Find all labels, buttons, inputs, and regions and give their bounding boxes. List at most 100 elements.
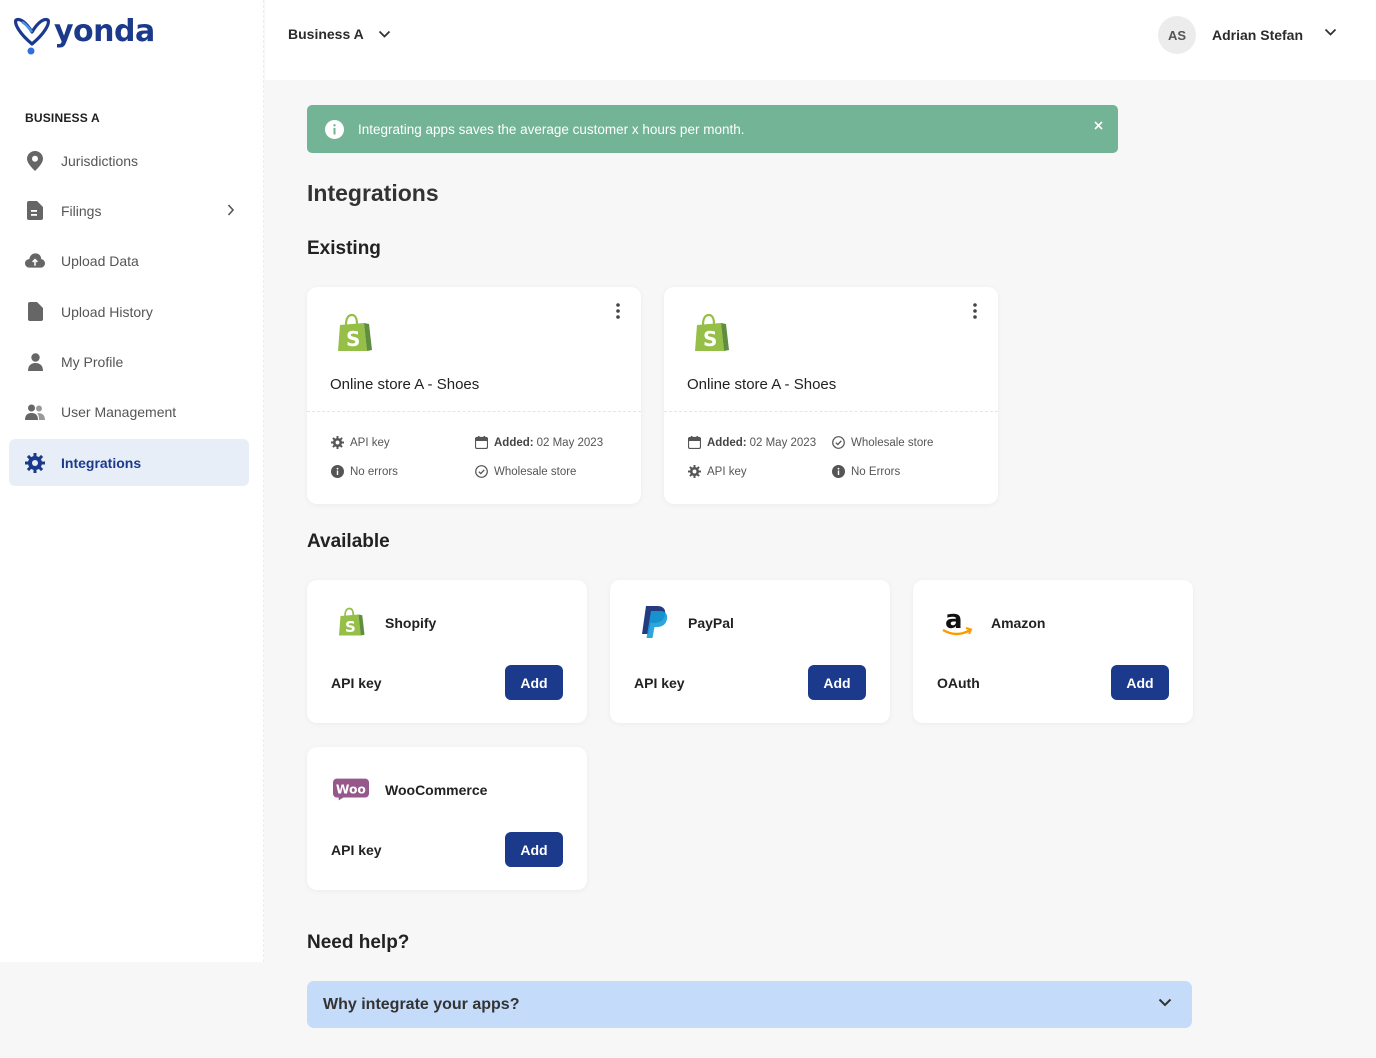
existing-heading: Existing bbox=[307, 238, 381, 259]
svg-text:Woo: Woo bbox=[336, 782, 366, 796]
check-circle-icon bbox=[832, 436, 845, 449]
document-icon bbox=[25, 201, 45, 221]
business-label: BUSINESS A bbox=[25, 111, 100, 125]
more-options-icon[interactable] bbox=[973, 303, 977, 319]
integration-name: Amazon bbox=[991, 615, 1046, 631]
available-integration-amazon: a Amazon OAuth Add bbox=[913, 580, 1193, 723]
auth-method-text: API key bbox=[707, 465, 747, 478]
error-status-text: No errors bbox=[350, 465, 398, 478]
auth-method-text: API key bbox=[350, 436, 390, 449]
integration-name: Online store A - Shoes bbox=[687, 376, 837, 393]
user-name[interactable]: Adrian Stefan bbox=[1212, 27, 1303, 43]
auth-method: API key bbox=[688, 465, 747, 478]
store-type: Wholesale store bbox=[475, 465, 576, 478]
sidebar-item-integrations[interactable]: Integrations bbox=[9, 439, 249, 487]
avatar[interactable]: AS bbox=[1158, 16, 1196, 54]
brand-name: yonda bbox=[54, 14, 155, 49]
added-date-text: 02 May 2023 bbox=[536, 436, 604, 449]
sidebar-nav: Jurisdictions Filings Upload Data Upload… bbox=[9, 137, 249, 490]
added-label: Added: bbox=[494, 436, 534, 449]
integration-name: PayPal bbox=[688, 615, 734, 631]
card-divider bbox=[664, 411, 998, 412]
store-type: Wholesale store bbox=[832, 436, 933, 449]
added-label: Added: bbox=[707, 436, 747, 449]
more-options-icon[interactable] bbox=[616, 303, 620, 319]
add-shopify-button[interactable]: Add bbox=[505, 665, 563, 700]
info-alert: Integrating apps saves the average custo… bbox=[307, 105, 1118, 153]
brand-logo[interactable]: yonda bbox=[12, 14, 155, 56]
user-icon bbox=[25, 352, 45, 372]
available-integration-woocommerce: Woo WooCommerce API key Add bbox=[307, 747, 587, 890]
calendar-icon bbox=[475, 436, 488, 449]
existing-integration-card[interactable]: S Online store A - Shoes API key Added: … bbox=[307, 287, 641, 504]
added-date: Added: 02 May 2023 bbox=[688, 436, 816, 449]
integration-name: Shopify bbox=[385, 615, 437, 631]
shopify-icon: S bbox=[691, 313, 731, 358]
business-selector-label: Business A bbox=[288, 26, 364, 42]
gear-icon bbox=[688, 465, 701, 478]
check-circle-icon bbox=[475, 465, 488, 478]
faq-accordion[interactable]: Why integrate your apps? bbox=[307, 981, 1192, 1028]
store-type-text: Wholesale store bbox=[851, 436, 934, 449]
user-menu-chevron-icon[interactable] bbox=[1324, 28, 1337, 36]
available-integration-paypal: PayPal API key Add bbox=[610, 580, 890, 723]
sidebar-item-label: Upload Data bbox=[61, 253, 139, 270]
integration-name: Online store A - Shoes bbox=[330, 376, 480, 393]
sidebar-item-label: Integrations bbox=[61, 454, 142, 471]
paypal-icon bbox=[636, 604, 672, 640]
available-heading: Available bbox=[307, 531, 390, 552]
business-selector[interactable]: Business A bbox=[288, 26, 391, 42]
add-woocommerce-button[interactable]: Add bbox=[505, 832, 563, 867]
card-divider bbox=[307, 411, 641, 412]
sidebar-item-label: Upload History bbox=[61, 303, 153, 320]
available-integration-shopify: S Shopify API key Add bbox=[307, 580, 587, 723]
chevron-down-icon bbox=[378, 30, 390, 38]
sidebar-item-upload-history[interactable]: Upload History bbox=[9, 288, 249, 335]
sidebar-item-label: Jurisdictions bbox=[61, 152, 139, 169]
error-status: No Errors bbox=[832, 465, 900, 478]
alert-text: Integrating apps saves the average custo… bbox=[358, 121, 745, 137]
gear-icon bbox=[25, 452, 45, 473]
shopify-icon: S bbox=[333, 604, 369, 640]
sidebar: yonda BUSINESS A Jurisdictions Filings U… bbox=[0, 0, 264, 962]
sidebar-item-jurisdictions[interactable]: Jurisdictions bbox=[9, 137, 249, 184]
auth-method: OAuth bbox=[937, 675, 980, 691]
sidebar-item-upload-data[interactable]: Upload Data bbox=[9, 238, 249, 285]
sidebar-item-label: My Profile bbox=[61, 354, 124, 371]
yonda-logo-icon bbox=[14, 17, 50, 55]
chevron-down-icon bbox=[1158, 998, 1172, 1007]
help-heading: Need help? bbox=[307, 932, 410, 953]
sidebar-item-filings[interactable]: Filings bbox=[9, 187, 249, 234]
amazon-icon: a bbox=[939, 604, 975, 640]
auth-method: API key bbox=[331, 675, 382, 691]
sidebar-item-user-management[interactable]: User Management bbox=[9, 389, 249, 436]
integration-name: WooCommerce bbox=[385, 782, 488, 798]
auth-method: API key bbox=[331, 436, 390, 449]
auth-method: API key bbox=[331, 842, 382, 858]
added-date-text: 02 May 2023 bbox=[749, 436, 817, 449]
existing-integration-card[interactable]: S Online store A - Shoes Added: 02 May 2… bbox=[664, 287, 998, 504]
close-icon[interactable] bbox=[1093, 120, 1104, 131]
added-date: Added: 02 May 2023 bbox=[475, 436, 603, 449]
error-status-text: No Errors bbox=[851, 465, 901, 478]
page-title: Integrations bbox=[307, 180, 439, 206]
svg-text:a: a bbox=[945, 605, 963, 635]
svg-text:S: S bbox=[345, 618, 356, 636]
add-amazon-button[interactable]: Add bbox=[1111, 665, 1169, 700]
info-icon bbox=[325, 119, 344, 139]
users-icon bbox=[25, 402, 45, 422]
info-icon bbox=[331, 465, 344, 478]
gear-icon bbox=[331, 436, 344, 449]
cloud-upload-icon bbox=[25, 251, 45, 271]
sidebar-item-my-profile[interactable]: My Profile bbox=[9, 339, 249, 386]
add-paypal-button[interactable]: Add bbox=[808, 665, 866, 700]
svg-text:S: S bbox=[346, 327, 360, 351]
map-pin-icon bbox=[25, 150, 45, 171]
file-icon bbox=[25, 302, 45, 322]
top-bar: Business A AS Adrian Stefan bbox=[265, 0, 1376, 80]
shopify-icon: S bbox=[334, 313, 374, 358]
store-type-text: Wholesale store bbox=[494, 465, 577, 478]
auth-method: API key bbox=[634, 675, 685, 691]
info-icon bbox=[832, 465, 845, 478]
woocommerce-icon: Woo bbox=[333, 771, 369, 807]
